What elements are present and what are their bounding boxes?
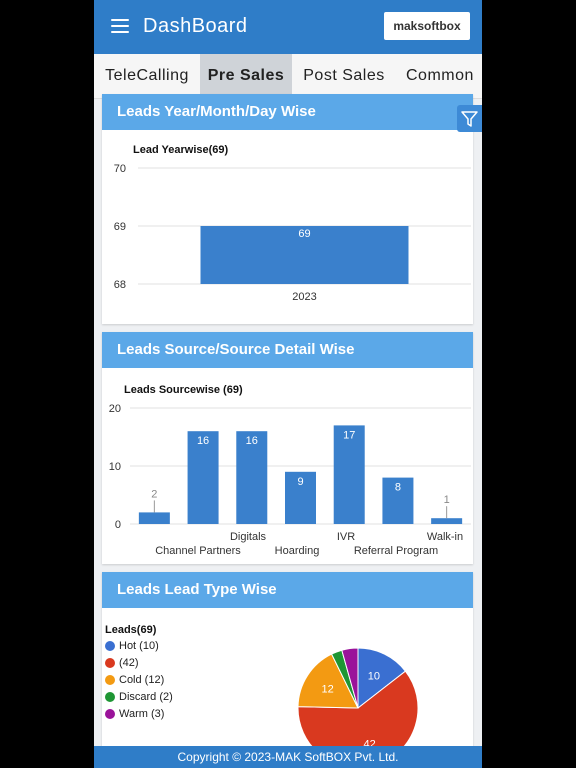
- x-tick-label: Walk-in: [427, 531, 463, 543]
- data-label: 2: [151, 488, 157, 500]
- chart-yearwise: 68 69 70 69 2023: [114, 163, 471, 303]
- pie-slice-label: 12: [322, 684, 334, 696]
- tab-common[interactable]: Common: [396, 54, 482, 98]
- funnel-filter-icon: [461, 111, 478, 127]
- chart-sourcewise: 0 10 20 2 16 16 9 17 8 1 Channel Partners Digitals H…: [109, 403, 471, 557]
- x-tick-label: Digitals: [230, 531, 267, 543]
- tab-pre-sales[interactable]: Pre Sales: [200, 54, 292, 98]
- x-tick-label: IVR: [337, 531, 355, 543]
- data-label: 69: [298, 228, 310, 240]
- hamburger-menu-icon[interactable]: [111, 19, 129, 33]
- phone-screen: DashBoard maksoftbox TeleCalling Pre Sal…: [94, 0, 482, 768]
- card-lead-type-wise: Leads Lead Type Wise Leads(69) Hot (10)(…: [102, 572, 473, 752]
- y-tick-label: 68: [114, 279, 126, 291]
- data-label: 16: [197, 435, 209, 447]
- chart-title-yearwise: Lead Yearwise(69): [133, 144, 229, 156]
- y-tick-label: 70: [114, 163, 126, 175]
- data-label: 9: [297, 476, 303, 488]
- tab-post-sales[interactable]: Post Sales: [292, 54, 396, 98]
- chart-lead-type-pie: 104212: [297, 647, 419, 752]
- app-title: DashBoard: [143, 15, 248, 37]
- data-label: 17: [343, 429, 355, 441]
- app-bar: DashBoard maksoftbox: [94, 0, 482, 54]
- y-tick-label: 0: [115, 519, 121, 531]
- card-source-wise: Leads Source/Source Detail Wise Leads So…: [102, 332, 473, 564]
- card-header-year-wise: Leads Year/Month/Day Wise: [102, 94, 473, 130]
- data-label: 1: [444, 494, 450, 506]
- card-year-wise: Leads Year/Month/Day Wise Lead Yearwise(…: [102, 94, 473, 324]
- data-label: 8: [395, 482, 401, 494]
- card-header-source-wise: Leads Source/Source Detail Wise: [102, 332, 473, 368]
- x-tick-label: Hoarding: [275, 545, 320, 557]
- y-tick-label: 10: [109, 461, 121, 473]
- data-label: 16: [246, 435, 258, 447]
- filter-button[interactable]: [457, 105, 482, 132]
- x-tick-label: 2023: [292, 291, 316, 303]
- y-tick-label: 69: [114, 221, 126, 233]
- y-tick-label: 20: [109, 403, 121, 415]
- bar: [138, 512, 170, 524]
- x-tick-label: Referral Program: [354, 545, 438, 557]
- pie-slice-label: 10: [368, 671, 380, 683]
- brand-logo-text: maksoftbox: [393, 19, 461, 33]
- bar: [431, 518, 463, 524]
- tab-bar: TeleCalling Pre Sales Post Sales Common: [94, 54, 482, 99]
- footer: Copyright © 2023-MAK SoftBOX Pvt. Ltd.: [94, 746, 482, 768]
- brand-logo: maksoftbox: [384, 12, 470, 40]
- tab-telecalling[interactable]: TeleCalling: [94, 54, 200, 98]
- x-tick-label: Channel Partners: [155, 545, 241, 557]
